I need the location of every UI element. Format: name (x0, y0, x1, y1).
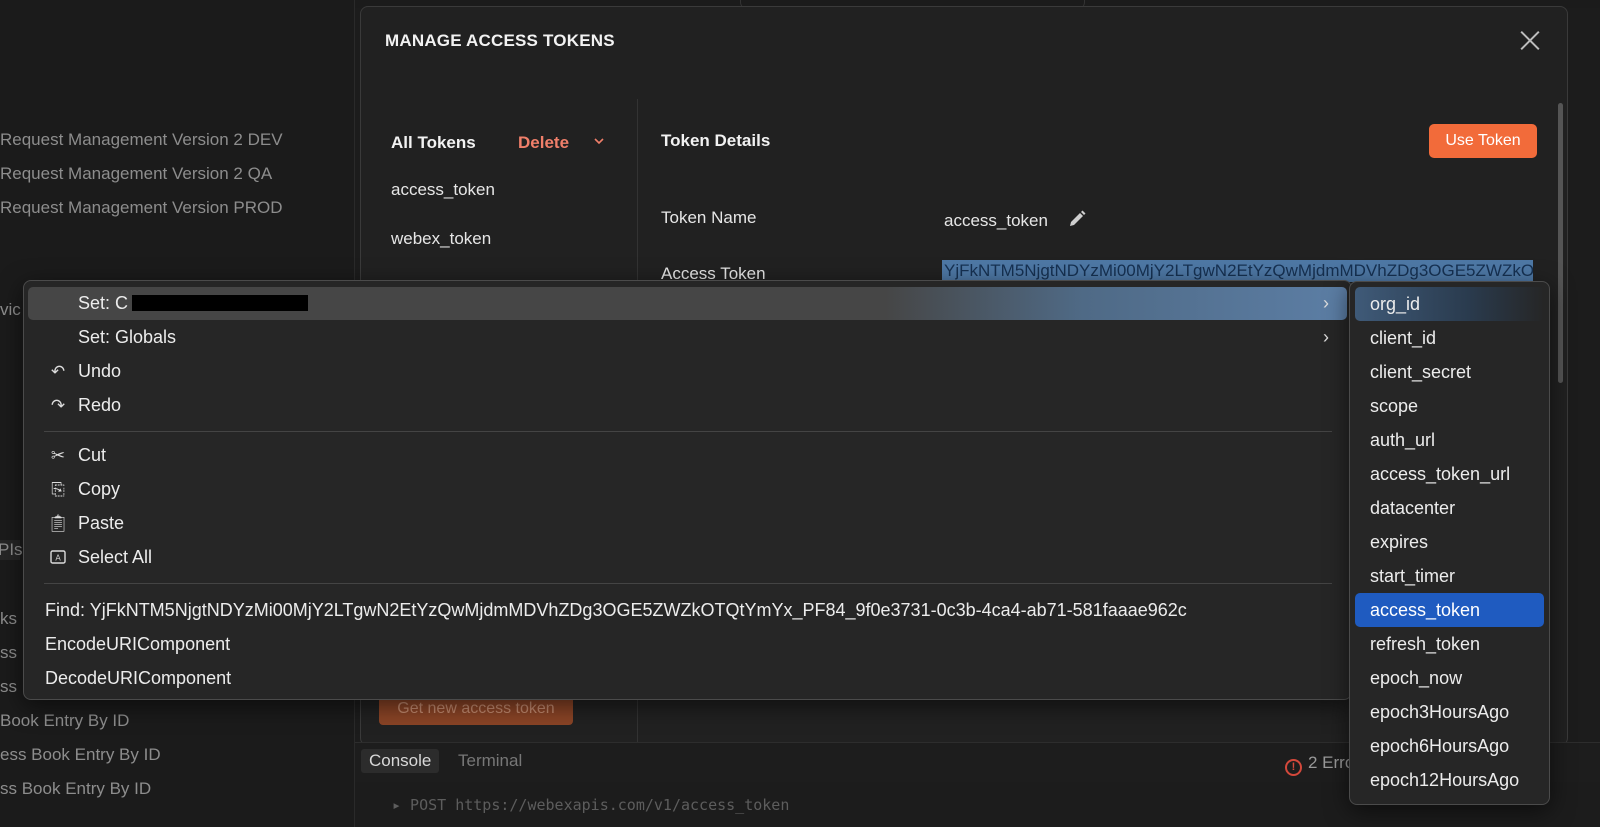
menu-separator (44, 583, 1332, 584)
find-item[interactable]: Find: YjFkNTM5NjgtNDYzMi00MjY2LTgwN2EtYz… (45, 600, 1187, 621)
submenu-item-scope[interactable]: scope (1355, 389, 1544, 423)
cut-label: Cut (78, 445, 107, 465)
select-all-label: Select All (78, 547, 153, 567)
paste-item[interactable]: 📋︎ Paste (28, 507, 1347, 540)
submenu-item-client-id[interactable]: client_id (1355, 321, 1544, 355)
encode-uri-item[interactable]: EncodeURIComponent (45, 634, 230, 655)
set-environment-label: Set: C (78, 293, 129, 313)
chevron-right-icon: › (1323, 293, 1329, 313)
select-all-item[interactable]: A Select All (28, 541, 1347, 574)
use-token-button[interactable]: Use Token (1429, 124, 1537, 158)
submenu-item-epoch6hoursago[interactable]: epoch6HoursAgo (1355, 729, 1544, 763)
undo-icon: ↶ (50, 362, 66, 381)
sidebar-item[interactable]: Request Management Version PROD (0, 198, 283, 218)
chevron-right-icon: › (1323, 327, 1329, 347)
error-count-text: 2 Erro (1308, 753, 1355, 772)
tab-console[interactable]: Console (361, 749, 440, 773)
submenu-item-epoch3hoursago[interactable]: epoch3HoursAgo (1355, 695, 1544, 729)
redo-label: Redo (78, 395, 122, 415)
copy-item[interactable]: ⎘ Copy (28, 473, 1347, 506)
sidebar-item[interactable]: Book Entry By ID (0, 711, 129, 731)
sidebar-item[interactable]: ss (0, 643, 17, 663)
sidebar-item[interactable]: ks (0, 609, 17, 629)
delete-button[interactable]: Delete (518, 133, 569, 153)
all-tokens-heading: All Tokens (391, 133, 476, 152)
scissors-icon: ✂ (50, 446, 66, 465)
modal-title: MANAGE ACCESS TOKENS (385, 31, 615, 50)
token-name-label: Token Name (661, 208, 757, 227)
menu-separator (44, 431, 1332, 432)
sidebar-item[interactable]: vic (0, 300, 21, 320)
select-all-icon: A (47, 541, 69, 574)
submenu-item-refresh-token[interactable]: refresh_token (1355, 627, 1544, 661)
token-name-value: access_token (944, 211, 1048, 230)
submenu-item-expires[interactable]: expires (1355, 525, 1544, 559)
chevron-down-icon[interactable] (593, 135, 605, 150)
submenu-item-org-id[interactable]: org_id (1355, 287, 1544, 321)
submenu-item-client-secret[interactable]: client_secret (1355, 355, 1544, 389)
copy-icon: ⎘ (51, 480, 65, 499)
undo-label: Undo (78, 361, 122, 381)
copy-label: Copy (78, 479, 121, 499)
sidebar-item[interactable]: ess Book Entry By ID (0, 745, 161, 765)
sidebar-item[interactable]: Request Management Version 2 QA (0, 164, 272, 184)
error-icon: ! (1285, 759, 1302, 776)
token-list-item[interactable]: webex_token (391, 229, 491, 249)
undo-item[interactable]: ↶ Undo (28, 355, 1347, 388)
set-globals-label: Set: Globals (78, 327, 177, 347)
submenu-item-auth-url[interactable]: auth_url (1355, 423, 1544, 457)
submenu-item-start-timer[interactable]: start_timer (1355, 559, 1544, 593)
scrollbar[interactable] (1558, 103, 1563, 383)
access-token-value[interactable]: YjFkNTM5NjgtNDYzMi00MjY2LTgwN2EtYzQwMjdm… (942, 260, 1533, 282)
console-log-line: ▸ POST https://webexapis.com/v1/access_t… (392, 796, 790, 814)
set-environment-item[interactable]: Set: C › (28, 287, 1347, 320)
clipboard-icon: 📋︎ (47, 514, 69, 533)
submenu-item-datacenter[interactable]: datacenter (1355, 491, 1544, 525)
submenu-item-epoch-now[interactable]: epoch_now (1355, 661, 1544, 695)
redo-icon: ↷ (50, 396, 66, 415)
sidebar-item[interactable]: ss (0, 677, 17, 697)
pencil-icon[interactable] (1067, 209, 1087, 229)
cut-item[interactable]: ✂ Cut (28, 439, 1347, 472)
sidebar-item[interactable]: PIs (0, 540, 23, 560)
token-details-heading: Token Details (661, 131, 771, 150)
submenu-item-epoch12hoursago[interactable]: epoch12HoursAgo (1355, 763, 1544, 797)
redo-item[interactable]: ↷ Redo (28, 389, 1347, 422)
submenu-item-access-token-url[interactable]: access_token_url (1355, 457, 1544, 491)
submenu-item-access-token[interactable]: access_token (1355, 593, 1544, 627)
close-icon[interactable] (1519, 29, 1541, 51)
sidebar-item[interactable]: ss Book Entry By ID (0, 779, 151, 799)
paste-label: Paste (78, 513, 125, 533)
variables-submenu: org_id client_id client_secret scope aut… (1349, 281, 1550, 805)
decode-uri-item[interactable]: DecodeURIComponent (45, 668, 231, 689)
sidebar-item[interactable]: Request Management Version 2 DEV (0, 130, 283, 150)
token-list-item[interactable]: access_token (391, 180, 495, 200)
set-globals-item[interactable]: Set: Globals › (28, 321, 1347, 354)
context-menu: Set: C › Set: Globals › ↶ Undo ↷ Redo ✂ … (23, 280, 1352, 700)
redacted-text (132, 295, 309, 311)
svg-text:A: A (55, 554, 61, 563)
tab-terminal[interactable]: Terminal (458, 751, 522, 771)
error-count[interactable]: ! 2 Erro (1285, 753, 1354, 776)
